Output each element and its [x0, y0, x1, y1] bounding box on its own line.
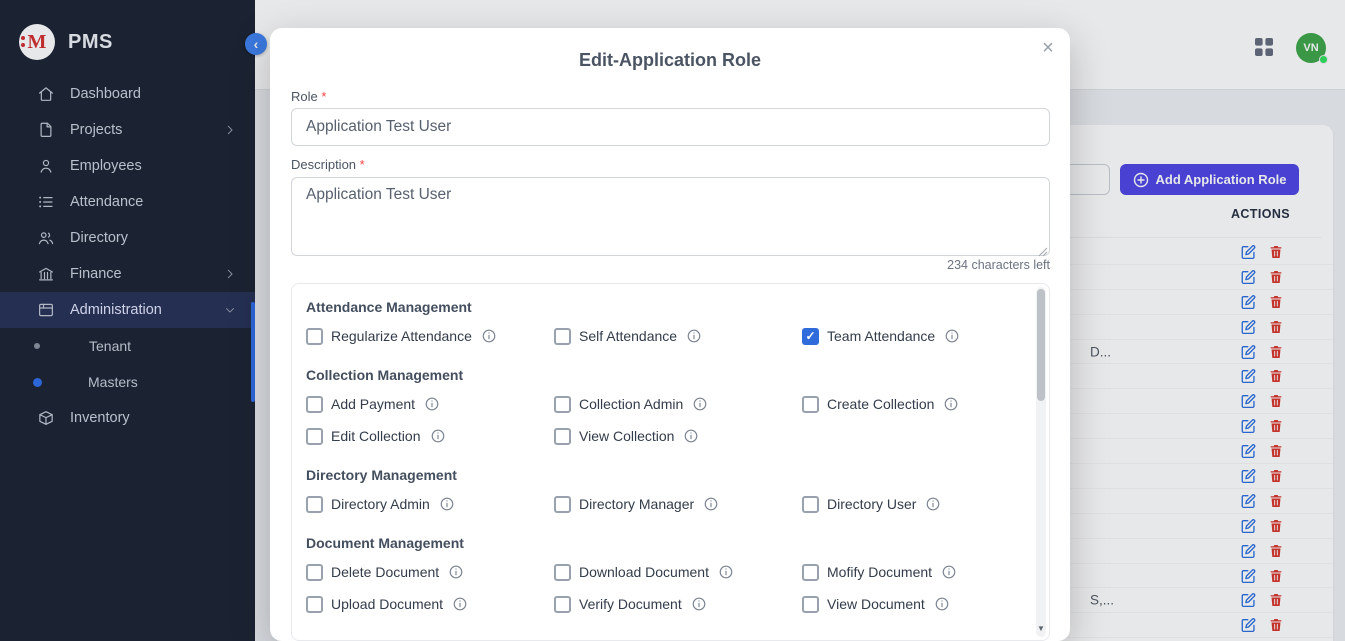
edit-application-role-modal: Edit-Application Role × Role * Descripti…: [270, 28, 1070, 641]
permission-label: Directory User: [827, 496, 916, 512]
description-input[interactable]: Application Test User: [291, 177, 1050, 256]
permission-grid: Regularize Attendance Self Attendance Team…: [306, 327, 1013, 345]
permission-label: Regularize Attendance: [331, 328, 472, 344]
info-icon[interactable]: [692, 597, 706, 611]
permission-label: View Collection: [579, 428, 674, 444]
checkbox[interactable]: [802, 496, 819, 513]
checkbox[interactable]: [802, 396, 819, 413]
permission-self-attendance[interactable]: Self Attendance: [554, 327, 802, 345]
info-icon[interactable]: [719, 565, 733, 579]
info-icon[interactable]: [482, 329, 496, 343]
permission-label: Edit Collection: [331, 428, 421, 444]
permission-group-title: Collection Management: [306, 367, 1013, 383]
permission-label: Self Attendance: [579, 328, 677, 344]
modal-title: Edit-Application Role: [270, 50, 1070, 71]
permission-group: Directory ManagementDirectory AdminDirec…: [306, 467, 1013, 513]
permission-label: Mofify Document: [827, 564, 932, 580]
permission-regularize-attendance[interactable]: Regularize Attendance: [306, 327, 554, 345]
info-icon[interactable]: [693, 397, 707, 411]
required-asterisk: *: [360, 157, 365, 172]
role-input[interactable]: [291, 108, 1050, 146]
checkbox[interactable]: [306, 496, 323, 513]
checkbox[interactable]: [554, 428, 571, 445]
permission-edit-collection[interactable]: Edit Collection: [306, 427, 554, 445]
permission-label: Download Document: [579, 564, 709, 580]
checkbox[interactable]: [802, 564, 819, 581]
permission-label: Delete Document: [331, 564, 439, 580]
permission-directory-manager[interactable]: Directory Manager: [554, 495, 802, 513]
checkbox[interactable]: [306, 328, 323, 345]
checkbox[interactable]: [554, 328, 571, 345]
permission-groups: Attendance Management Regularize Attendan…: [306, 299, 1013, 613]
permission-label: Collection Admin: [579, 396, 683, 412]
permission-add-payment[interactable]: Add Payment: [306, 395, 554, 413]
screen: M PMS DashboardProjectsEmployeesAttendan…: [0, 0, 1345, 641]
checkbox-checked[interactable]: [802, 328, 819, 345]
close-icon[interactable]: ×: [1034, 34, 1062, 62]
permission-directory-admin[interactable]: Directory Admin: [306, 495, 554, 513]
info-icon[interactable]: [684, 429, 698, 443]
permission-label: Directory Manager: [579, 496, 694, 512]
permission-view-document[interactable]: View Document: [802, 595, 1050, 613]
info-icon[interactable]: [704, 497, 718, 511]
info-icon[interactable]: [431, 429, 445, 443]
permission-grid: Delete Document Download Document Mofify D…: [306, 563, 1013, 613]
permissions-panel: Attendance Management Regularize Attendan…: [291, 283, 1050, 641]
permission-group-title: Attendance Management: [306, 299, 1013, 315]
characters-left-counter: 234 characters left: [291, 258, 1050, 272]
info-icon[interactable]: [453, 597, 467, 611]
permission-grid: Directory Admin Directory Manager Director…: [306, 495, 1013, 513]
permission-group: Collection Management Add Payment Collecti…: [306, 367, 1013, 445]
scrollbar[interactable]: ▼: [1036, 287, 1046, 637]
permission-label: Add Payment: [331, 396, 415, 412]
info-icon[interactable]: [945, 329, 959, 343]
permission-label: Create Collection: [827, 396, 934, 412]
permission-group-title: Directory Management: [306, 467, 1013, 483]
role-label: Role *: [291, 89, 326, 104]
checkbox[interactable]: [306, 596, 323, 613]
permission-label: Team Attendance: [827, 328, 935, 344]
permission-group: Attendance Management Regularize Attendan…: [306, 299, 1013, 345]
scroll-down-icon[interactable]: ▼: [1036, 624, 1046, 633]
description-label: Description *: [291, 157, 365, 172]
checkbox[interactable]: [306, 428, 323, 445]
info-icon[interactable]: [926, 497, 940, 511]
info-icon[interactable]: [425, 397, 439, 411]
info-icon[interactable]: [440, 497, 454, 511]
info-icon[interactable]: [944, 397, 958, 411]
permission-mofify-document[interactable]: Mofify Document: [802, 563, 1050, 581]
permission-group-title: Document Management: [306, 535, 1013, 551]
permission-team-attendance[interactable]: Team Attendance: [802, 327, 1050, 345]
scrollbar-thumb[interactable]: [1037, 289, 1045, 401]
permission-upload-document[interactable]: Upload Document: [306, 595, 554, 613]
checkbox[interactable]: [306, 564, 323, 581]
checkbox[interactable]: [554, 596, 571, 613]
permission-label: Verify Document: [579, 596, 682, 612]
permission-delete-document[interactable]: Delete Document: [306, 563, 554, 581]
permission-group: Document Management Delete Document Downlo…: [306, 535, 1013, 613]
checkbox[interactable]: [802, 596, 819, 613]
permission-label: Directory Admin: [331, 496, 430, 512]
info-icon[interactable]: [449, 565, 463, 579]
checkbox[interactable]: [554, 396, 571, 413]
permission-collection-admin[interactable]: Collection Admin: [554, 395, 802, 413]
permission-label: View Document: [827, 596, 925, 612]
checkbox[interactable]: [554, 496, 571, 513]
permission-download-document[interactable]: Download Document: [554, 563, 802, 581]
info-icon[interactable]: [942, 565, 956, 579]
info-icon[interactable]: [935, 597, 949, 611]
permission-directory-user[interactable]: Directory User: [802, 495, 1050, 513]
checkbox[interactable]: [306, 396, 323, 413]
permission-verify-document[interactable]: Verify Document: [554, 595, 802, 613]
checkbox[interactable]: [554, 564, 571, 581]
permission-view-collection[interactable]: View Collection: [554, 427, 802, 445]
permission-grid: Add Payment Collection Admin Create Collec…: [306, 395, 1013, 445]
required-asterisk: *: [321, 89, 326, 104]
info-icon[interactable]: [687, 329, 701, 343]
permission-create-collection[interactable]: Create Collection: [802, 395, 1050, 413]
permission-label: Upload Document: [331, 596, 443, 612]
